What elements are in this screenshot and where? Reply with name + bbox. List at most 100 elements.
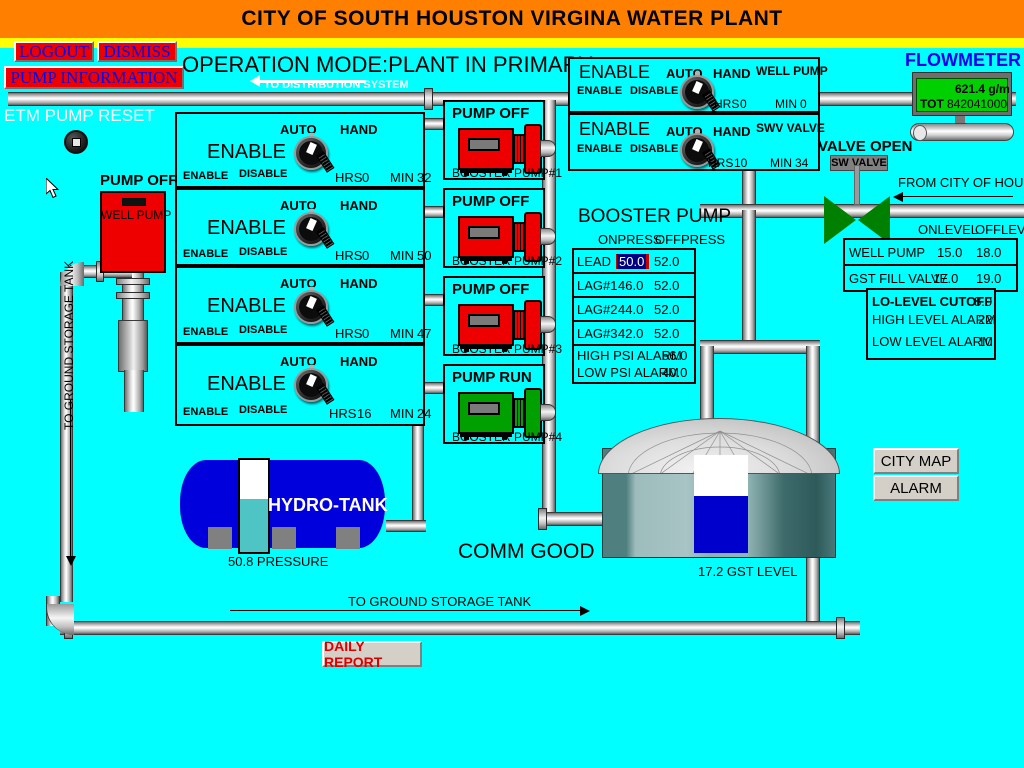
well-pump-control-panel[interactable]: ENABLE AUTO HAND WELL PUMP ENABLE DISABL… <box>568 57 828 113</box>
dismiss-label: DISMISS <box>103 41 171 61</box>
booster-4-hrs-label: HRS <box>329 406 357 421</box>
booster-lag1-offpress[interactable]: 52.0 <box>654 278 679 293</box>
table-row[interactable]: LAG#1 46.0 52.0 <box>572 272 696 298</box>
valve-body-right-icon[interactable] <box>858 196 890 244</box>
booster-3-enable-label[interactable]: ENABLE <box>183 326 228 338</box>
booster-2-state: ENABLE <box>207 217 286 239</box>
gst-fill-valve-label: GST FILL VALVE <box>849 270 949 286</box>
vertical-arrow-line <box>70 400 71 560</box>
booster-lead-onpress[interactable]: 50.0 <box>616 253 650 269</box>
booster-lag2-onpress[interactable]: 44.0 <box>618 302 643 317</box>
booster-1-enable-label[interactable]: ENABLE <box>183 170 228 182</box>
gst-fill-valve-offlevel[interactable]: 19.0 <box>976 271 1001 286</box>
gst-level-fill <box>694 496 748 553</box>
table-row[interactable]: WELL PUMP 15.0 18.0 <box>843 238 1018 266</box>
well-pump-status: PUMP OFF <box>100 172 178 189</box>
booster-pressure-title: BOOSTER PUMP <box>578 206 732 227</box>
well-pump-label: WELL PUMP <box>101 208 172 222</box>
booster-2-hand-label: HAND <box>340 198 378 213</box>
pipe-flange <box>538 508 547 530</box>
booster-offpress-header: OFFPRESS <box>655 232 726 247</box>
well-pump-onlevel[interactable]: 15.0 <box>937 245 962 260</box>
table-row[interactable]: LAG#2 44.0 52.0 <box>572 296 696 322</box>
booster-control-panel-4[interactable]: ENABLE AUTO HAND ENABLE DISABLE HRS 16 M… <box>175 344 431 426</box>
houston-arrow-line <box>903 196 1013 197</box>
low-psi-alarm-value[interactable]: 40.0 <box>662 365 687 380</box>
booster-lag3-offpress[interactable]: 52.0 <box>654 326 679 341</box>
booster-lag3-onpress[interactable]: 42.0 <box>618 326 643 341</box>
booster-1-min-value: 32 <box>417 170 432 185</box>
pipe-bottom-main <box>60 621 860 635</box>
swv-valve-control-panel[interactable]: ENABLE AUTO HAND SWV VALVE ENABLE DISABL… <box>568 113 825 171</box>
level-settings-table: WELL PUMP 15.0 18.0 GST FILL VALVE 17.0 … <box>843 238 1018 292</box>
booster-3-state: ENABLE <box>207 295 286 317</box>
booster-2-selector-switch[interactable] <box>294 209 335 250</box>
swv-valve-control-state: ENABLE <box>579 119 651 139</box>
booster-lead-offpress[interactable]: 52.0 <box>654 254 679 269</box>
booster-lag1-label: LAG#1 <box>577 277 618 293</box>
lo-level-cutoff-value[interactable]: 8.0 <box>974 294 992 309</box>
dismiss-button[interactable]: DISMISS <box>97 41 177 62</box>
etm-pump-reset-label: ETM PUMP RESET <box>4 106 155 125</box>
booster-3-selector-switch[interactable] <box>294 287 335 328</box>
booster-2-enable-label[interactable]: ENABLE <box>183 248 228 260</box>
swv-valve-hand-label: HAND <box>713 124 751 139</box>
booster-1-hrs-label: HRS <box>335 170 363 185</box>
gst-fill-valve-onlevel[interactable]: 17.0 <box>933 271 958 286</box>
city-map-label: CITY MAP <box>880 452 952 470</box>
booster-control-panel-1[interactable]: ENABLE AUTO HAND ENABLE DISABLE HRS 0 MI… <box>175 112 431 188</box>
booster-4-selector-switch[interactable] <box>294 365 335 406</box>
booster-onpress-header: ONPRESS <box>598 232 662 247</box>
booster-3-min-value: 47 <box>417 326 432 341</box>
high-psi-alarm-value[interactable]: 56.0 <box>662 348 687 363</box>
valve-body-left-icon[interactable] <box>824 196 856 244</box>
booster-4-min-label: MIN <box>390 406 414 421</box>
flowmeter-pipe <box>910 123 1014 141</box>
well-pump-selector-switch[interactable] <box>680 72 721 113</box>
booster-4-disable-label[interactable]: DISABLE <box>239 404 287 416</box>
booster-2-disable-label[interactable]: DISABLE <box>239 246 287 258</box>
high-level-alarm-value[interactable]: 22 <box>978 312 992 327</box>
swv-valve-enable-label[interactable]: ENABLE <box>577 143 622 155</box>
booster-1-disable-label[interactable]: DISABLE <box>239 168 287 180</box>
booster-2-min-value: 50 <box>417 248 432 263</box>
pump-nozzle <box>540 140 556 157</box>
booster-3-hand-label: HAND <box>340 276 378 291</box>
well-pump-control-state: ENABLE <box>579 62 651 82</box>
pump-nozzle <box>540 404 556 421</box>
hydro-tank-level-gauge <box>238 458 270 554</box>
booster-control-panel-2[interactable]: ENABLE AUTO HAND ENABLE DISABLE HRS 0 MI… <box>175 188 431 266</box>
booster-1-selector-switch[interactable] <box>294 133 335 174</box>
level-alarm-table[interactable]: LO-LEVEL CUTOFF 8.0 HIGH LEVEL ALARM 22 … <box>866 288 996 360</box>
pump-information-button[interactable]: PUMP INFORMATION <box>4 66 184 89</box>
flowmeter-display[interactable]: 621.4 g/m TOT 842041000 <box>916 78 1010 112</box>
well-pump-hrs-label: HRS <box>714 97 740 111</box>
to-distribution-system-label: TO DISTRIBUTION SYSTEM <box>264 79 409 91</box>
booster-alarm-rows[interactable]: HIGH PSI ALARM 56.0 LOW PSI ALARM 40.0 <box>572 344 696 384</box>
city-map-button[interactable]: CITY MAP <box>873 448 959 474</box>
daily-report-button[interactable]: DAILY REPORT <box>322 638 422 670</box>
etm-pump-reset-button[interactable] <box>64 130 88 154</box>
offlevel-header: OFFLEVEL <box>975 222 1024 237</box>
pump-information-label: PUMP INFORMATION <box>10 67 178 87</box>
well-pump-offlevel[interactable]: 18.0 <box>976 245 1001 260</box>
booster-lag2-offpress[interactable]: 52.0 <box>654 302 679 317</box>
alarm-button[interactable]: ALARM <box>873 475 959 501</box>
swv-valve-disable-label[interactable]: DISABLE <box>630 143 678 155</box>
table-row[interactable]: LEAD 50.0 52.0 <box>572 248 696 274</box>
well-pump-enable-label[interactable]: ENABLE <box>577 85 622 97</box>
well-pump-disable-label[interactable]: DISABLE <box>630 85 678 97</box>
booster-4-enable-label[interactable]: ENABLE <box>183 406 228 418</box>
table-row[interactable]: LAG#3 42.0 52.0 <box>572 320 696 346</box>
swv-valve-min-label: MIN <box>770 156 792 170</box>
pipe-flange <box>116 278 150 285</box>
pipe-wellpump-column-lower <box>124 370 144 412</box>
booster-3-disable-label[interactable]: DISABLE <box>239 324 287 336</box>
daily-report-label: DAILY REPORT <box>324 638 383 670</box>
booster-lag1-onpress[interactable]: 46.0 <box>618 278 643 293</box>
logout-button[interactable]: LOGOUT <box>14 41 94 62</box>
low-level-alarm-value[interactable]: 10 <box>978 334 992 349</box>
booster-control-panel-3[interactable]: ENABLE AUTO HAND ENABLE DISABLE HRS 0 MI… <box>175 266 431 344</box>
booster-1-state: ENABLE <box>207 141 286 163</box>
booster-pump-4-name: BOOSTER PUMP#4 <box>452 430 563 444</box>
